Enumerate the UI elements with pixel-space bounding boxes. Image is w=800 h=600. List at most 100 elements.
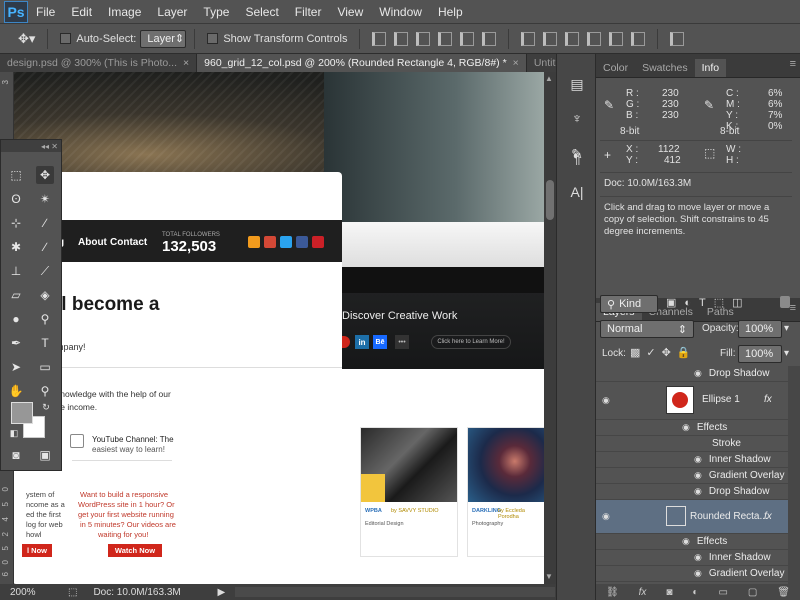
distribute-right-icon[interactable] xyxy=(631,31,646,46)
tab-color[interactable]: Color xyxy=(596,59,635,77)
layer-effect-row[interactable]: ◉ Inner Shadow xyxy=(596,550,788,566)
layer-row-rounded-rectangle[interactable]: ◉ Rounded Recta... fx xyxy=(596,500,788,534)
fx-icon[interactable]: fx xyxy=(764,394,772,405)
tab-swatches[interactable]: Swatches xyxy=(635,59,695,77)
distribute-left-icon[interactable] xyxy=(587,31,602,46)
eye-icon[interactable]: ◉ xyxy=(694,454,702,465)
lock-icons[interactable]: ▩✓✥🔒 xyxy=(630,346,697,359)
align-left-icon[interactable] xyxy=(438,31,453,46)
fill-dropdown-icon[interactable]: ▾ xyxy=(784,348,789,359)
marquee-tool-icon[interactable]: ⬚ xyxy=(7,166,25,184)
default-colors-icon[interactable]: ◧ xyxy=(5,424,23,442)
layer-filter-kind[interactable]: ⚲ Kind xyxy=(600,295,658,313)
brush-tool-icon[interactable]: ∕ xyxy=(36,238,54,256)
menu-image[interactable]: Image xyxy=(100,5,149,19)
delete-layer-icon[interactable]: 🗑 xyxy=(777,587,790,598)
zoom-level[interactable]: 200% xyxy=(10,587,40,598)
shape-tool-icon[interactable]: ▭ xyxy=(36,358,54,376)
character-panel-icon[interactable]: A| xyxy=(567,182,587,202)
auto-align-icon[interactable] xyxy=(670,31,685,46)
tab-960-grid[interactable]: 960_grid_12_col.psd @ 200% (Rounded Rect… xyxy=(197,54,527,72)
layer-effect-row[interactable]: ◉ Gradient Overlay xyxy=(596,468,788,484)
layers-scrollbar[interactable] xyxy=(788,366,800,584)
fx-icon[interactable]: fx xyxy=(764,511,772,522)
align-right-icon[interactable] xyxy=(482,31,497,46)
menu-edit[interactable]: Edit xyxy=(63,5,100,19)
layer-effect-row[interactable]: ◉ Inner Shadow xyxy=(596,452,788,468)
eye-icon[interactable]: ◉ xyxy=(694,470,702,481)
layer-effect-row[interactable]: ◉ Drop Shadow xyxy=(596,366,788,382)
scroll-up-icon[interactable]: ▲ xyxy=(545,74,553,83)
close-icon[interactable]: × xyxy=(513,57,519,69)
history-panel-icon[interactable]: ▤ xyxy=(567,74,587,94)
menu-type[interactable]: Type xyxy=(195,5,237,19)
eye-icon[interactable]: ◉ xyxy=(602,395,612,406)
menu-help[interactable]: Help xyxy=(430,5,471,19)
panel-menu-icon[interactable]: ≡ xyxy=(790,58,796,70)
eye-icon[interactable]: ◉ xyxy=(682,536,690,547)
move-tool-preset-icon[interactable]: ✥▾ xyxy=(14,29,39,49)
eye-icon[interactable]: ◉ xyxy=(602,511,612,522)
eye-icon[interactable]: ◉ xyxy=(694,368,702,379)
auto-select-dropdown[interactable]: Layer ⇕ xyxy=(140,29,187,48)
distribute-hcenter-icon[interactable] xyxy=(609,31,624,46)
lasso-tool-icon[interactable]: ʘ xyxy=(7,190,25,208)
type-tool-icon[interactable]: T xyxy=(36,334,54,352)
blend-mode-dropdown[interactable]: Normal ⇕ xyxy=(600,320,694,338)
new-layer-icon[interactable]: ▢ xyxy=(748,587,757,598)
menu-file[interactable]: File xyxy=(28,5,63,19)
eraser-tool-icon[interactable]: ▱ xyxy=(7,286,25,304)
eye-icon[interactable]: ◉ xyxy=(694,486,702,497)
paragraph-styles-icon[interactable] xyxy=(567,150,587,170)
path-selection-icon[interactable]: ➤ xyxy=(7,358,25,376)
eye-icon[interactable]: ◉ xyxy=(694,552,702,563)
magic-wand-icon[interactable]: ✴ xyxy=(36,190,54,208)
foreground-color-swatch[interactable] xyxy=(11,402,33,424)
fill-input[interactable]: 100% xyxy=(738,345,782,363)
menu-layer[interactable]: Layer xyxy=(149,5,195,19)
quick-mask-icon[interactable]: ◙ xyxy=(7,446,25,464)
tools-panel-header[interactable]: ◂◂ ✕ xyxy=(1,140,61,152)
layer-effect-row[interactable]: ◉ Drop Shadow xyxy=(596,484,788,500)
new-group-icon[interactable]: ▭ xyxy=(718,587,727,598)
show-transform-checkbox[interactable]: Show Transform Controls xyxy=(203,29,351,49)
pen-tool-icon[interactable]: ✒ xyxy=(7,334,25,352)
eye-icon[interactable]: ◉ xyxy=(694,568,702,579)
hand-tool-icon[interactable]: ✋ xyxy=(7,382,25,400)
filter-toggle[interactable] xyxy=(780,296,790,308)
distribute-bottom-icon[interactable] xyxy=(565,31,580,46)
adjustment-layer-icon[interactable]: ◐ xyxy=(692,587,698,598)
link-layers-icon[interactable]: ⛓ xyxy=(606,587,619,598)
eye-icon[interactable]: ◉ xyxy=(682,422,690,433)
menu-window[interactable]: Window xyxy=(371,5,430,19)
layer-effect-row[interactable]: Stroke xyxy=(596,436,788,452)
canvas[interactable]: Discover Creative Work in Bē ••• Click h… xyxy=(14,72,544,584)
scroll-down-icon[interactable]: ▼ xyxy=(545,572,553,581)
status-menu-icon[interactable]: ▶ xyxy=(217,587,225,598)
effects-row[interactable]: ◉ Effects xyxy=(596,420,788,436)
distribute-vcenter-icon[interactable] xyxy=(543,31,558,46)
screen-mode-icon[interactable]: ▣ xyxy=(36,446,54,464)
panel-menu-icon[interactable]: ≡ xyxy=(790,302,796,314)
add-style-icon[interactable]: fx xyxy=(639,587,647,598)
move-tool-icon[interactable]: ✥ xyxy=(36,166,54,184)
align-hcenter-icon[interactable] xyxy=(460,31,475,46)
menu-filter[interactable]: Filter xyxy=(287,5,330,19)
crop-tool-icon[interactable]: ⊹ xyxy=(7,214,25,232)
scrollbar-thumb[interactable] xyxy=(546,180,554,220)
distribute-top-icon[interactable] xyxy=(521,31,536,46)
effects-row[interactable]: ◉ Effects xyxy=(596,534,788,550)
vertical-scrollbar[interactable] xyxy=(544,72,556,584)
history-brush-icon[interactable]: ⟋ xyxy=(36,262,54,280)
eyedropper-icon[interactable]: ∕ xyxy=(36,214,54,232)
menu-select[interactable]: Select xyxy=(237,5,286,19)
blur-tool-icon[interactable]: ● xyxy=(7,310,25,328)
auto-select-checkbox[interactable]: Auto-Select: xyxy=(56,29,140,49)
menu-view[interactable]: View xyxy=(329,5,371,19)
align-bottom-icon[interactable] xyxy=(416,31,431,46)
tab-design[interactable]: design.psd @ 300% (This is Photo... × xyxy=(0,54,198,72)
add-mask-icon[interactable]: ◙ xyxy=(666,587,672,598)
paint-bucket-icon[interactable]: ◈ xyxy=(36,286,54,304)
actions-panel-icon[interactable]: ♆ xyxy=(567,108,587,128)
tab-info[interactable]: Info xyxy=(694,59,727,77)
